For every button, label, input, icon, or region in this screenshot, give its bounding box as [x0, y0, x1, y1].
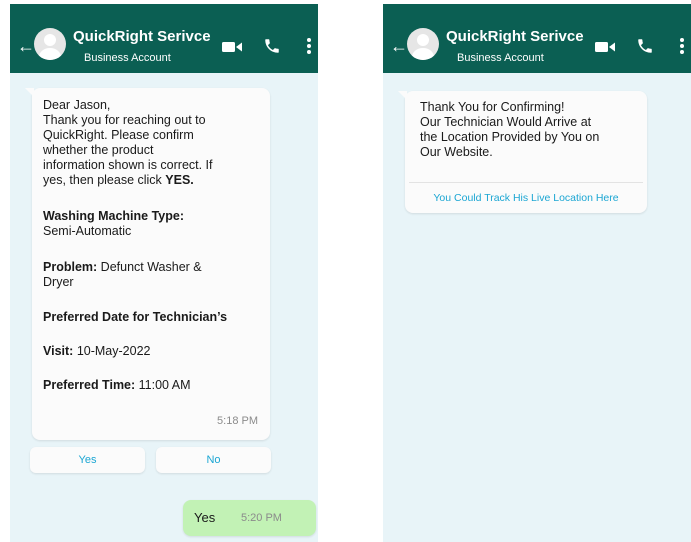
- message-line: information shown is correct. If: [43, 158, 213, 172]
- avatar-icon[interactable]: [407, 28, 439, 60]
- message-line: QuickRight. Please confirm: [43, 128, 194, 142]
- more-vertical-icon[interactable]: [679, 37, 685, 55]
- message-line: Thank you for reaching out to: [43, 113, 206, 127]
- machine-type-label: Washing Machine Type:: [43, 209, 184, 223]
- bubble-tail: [398, 91, 407, 100]
- video-call-icon[interactable]: [222, 41, 242, 53]
- message-line: the Location Provided by You on: [420, 130, 600, 144]
- bubble-tail: [25, 88, 34, 97]
- outgoing-message: Yes 5:20 PM: [183, 500, 316, 536]
- preferred-date-line: Visit: 10-May-2022: [43, 344, 151, 358]
- preferred-time-line: Preferred Time: 11:00 AM: [43, 378, 191, 392]
- chat-header: ← QuickRight Serivce Business Account: [10, 4, 318, 73]
- yes-button[interactable]: Yes: [30, 447, 145, 473]
- avatar-icon[interactable]: [34, 28, 66, 60]
- message-line: Our Website.: [420, 145, 493, 159]
- message-line: Thank You for Confirming!: [420, 100, 565, 114]
- phone-call-icon[interactable]: [263, 37, 281, 55]
- more-vertical-icon[interactable]: [306, 37, 312, 55]
- message-line: whether the product: [43, 143, 154, 157]
- contact-name[interactable]: QuickRight Serivce: [73, 28, 211, 45]
- contact-name[interactable]: QuickRight Serivce: [446, 28, 584, 45]
- problem-line: Dryer: [43, 275, 74, 289]
- incoming-message: Dear Jason, Thank you for reaching out t…: [25, 88, 270, 440]
- back-arrow-icon[interactable]: ←: [390, 37, 408, 55]
- machine-type-value: Semi-Automatic: [43, 224, 132, 238]
- message-timestamp: 5:18 PM: [217, 415, 258, 427]
- problem-line: Problem: Defunct Washer &: [43, 260, 202, 274]
- preferred-date-label: Preferred Date for Technician’s: [43, 310, 228, 324]
- message-line: yes, then please click YES.: [43, 173, 194, 187]
- chat-screen-right: ← QuickRight Serivce Business Account Th…: [383, 4, 691, 542]
- chat-header: ← QuickRight Serivce Business Account: [383, 4, 691, 73]
- video-call-icon[interactable]: [595, 41, 615, 53]
- phone-call-icon[interactable]: [636, 37, 654, 55]
- contact-subtitle: Business Account: [457, 52, 544, 64]
- track-location-link[interactable]: You Could Track His Live Location Here: [405, 191, 647, 206]
- no-button[interactable]: No: [156, 447, 271, 473]
- message-line: Dear Jason,: [43, 98, 111, 112]
- chat-screen-left: ← QuickRight Serivce Business Account De…: [10, 4, 318, 542]
- contact-subtitle: Business Account: [84, 52, 171, 64]
- outgoing-timestamp: 5:20 PM: [241, 512, 282, 524]
- incoming-message: Thank You for Confirming! Our Technician…: [398, 91, 647, 213]
- outgoing-message-text: Yes: [194, 510, 216, 525]
- divider: [409, 182, 643, 183]
- message-line: Our Technician Would Arrive at: [420, 115, 592, 129]
- back-arrow-icon[interactable]: ←: [17, 37, 35, 55]
